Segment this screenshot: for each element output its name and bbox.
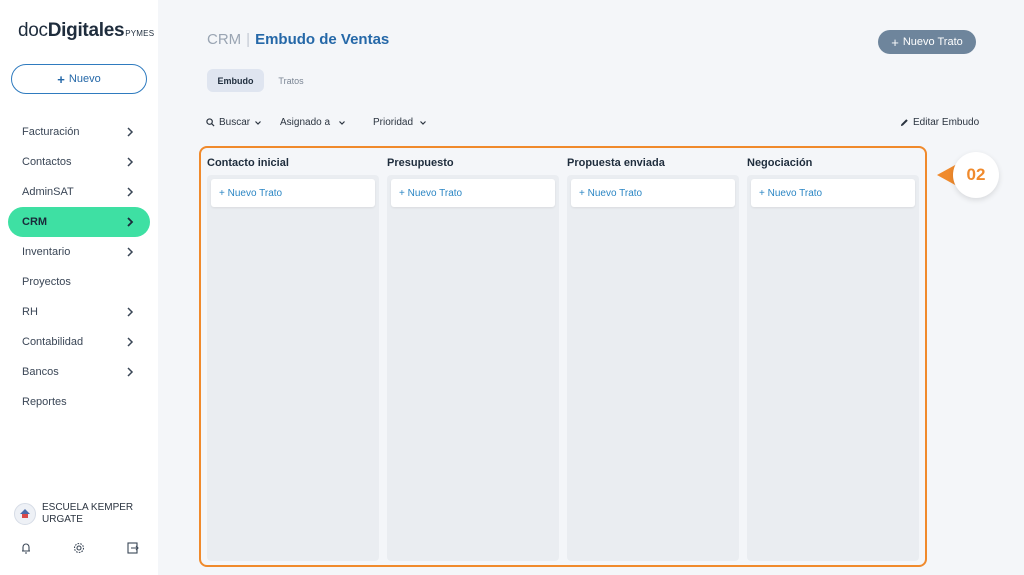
new-deal-button[interactable]: + Nuevo Trato [878, 30, 976, 54]
sidebar-nav: Facturación Contactos AdminSAT CRM Inven… [0, 117, 158, 417]
plus-icon: + [891, 34, 899, 50]
bell-icon[interactable] [19, 541, 33, 555]
logo-doc: doc [18, 20, 48, 41]
kanban-column-negociacion: Negociación + Nuevo Trato [741, 148, 919, 565]
chevron-right-icon [127, 157, 134, 167]
new-deal-card-button[interactable]: + Nuevo Trato [571, 179, 735, 207]
logout-icon[interactable] [126, 541, 140, 555]
sidebar-item-inventario[interactable]: Inventario [0, 237, 158, 267]
chevron-down-icon [255, 120, 262, 125]
new-button[interactable]: + Nuevo [11, 64, 147, 94]
chevron-right-icon [127, 337, 134, 347]
app-logo[interactable]: docDigitalesPYMES [18, 20, 154, 42]
sidebar-item-label: RH [22, 306, 38, 318]
sidebar-item-adminsat[interactable]: AdminSAT [0, 177, 158, 207]
sidebar-item-label: Inventario [22, 246, 71, 258]
logo-digitales: Digitales [47, 20, 125, 41]
sidebar-item-label: AdminSAT [22, 186, 74, 198]
sidebar-item-label: Reportes [22, 396, 67, 408]
plus-icon: + [57, 71, 65, 87]
step-number: 02 [953, 152, 999, 198]
column-body: + Nuevo Trato [387, 175, 559, 561]
sidebar-item-label: CRM [22, 216, 48, 228]
kanban-column-presupuesto: Presupuesto + Nuevo Trato [381, 148, 559, 565]
column-title: Contacto inicial [207, 157, 289, 169]
sidebar-footer [0, 541, 158, 559]
column-body: + Nuevo Trato [747, 175, 919, 561]
sidebar: docDigitalesPYMES + Nuevo Facturación Co… [0, 0, 158, 575]
breadcrumb-separator: | [246, 31, 251, 48]
column-title: Negociación [747, 157, 813, 169]
page-title: Embudo de Ventas [255, 31, 390, 48]
column-body: + Nuevo Trato [567, 175, 739, 561]
chevron-right-icon [127, 367, 134, 377]
priority-filter-label: Prioridad [373, 117, 414, 128]
sidebar-item-reportes[interactable]: Reportes [0, 387, 158, 417]
kanban-column-contacto-inicial: Contacto inicial + Nuevo Trato [201, 148, 379, 565]
priority-filter[interactable]: Prioridad [373, 117, 427, 128]
chevron-down-icon [339, 120, 345, 125]
avatar [14, 503, 36, 525]
gear-icon[interactable] [72, 541, 86, 555]
logo-pymes: PYMES [125, 29, 155, 38]
sidebar-item-proyectos[interactable]: Proyectos [0, 267, 158, 297]
sidebar-item-label: Proyectos [22, 276, 71, 288]
new-button-label: Nuevo [68, 73, 101, 85]
tab-embudo[interactable]: Embudo [207, 69, 264, 92]
search-icon [206, 118, 215, 127]
edit-funnel-label: Editar Embudo [913, 117, 980, 128]
school-logo-icon [20, 509, 30, 518]
sidebar-item-label: Facturación [22, 126, 80, 138]
breadcrumb-module[interactable]: CRM [207, 31, 241, 48]
chevron-down-icon [420, 120, 426, 125]
tab-tratos[interactable]: Tratos [272, 69, 310, 92]
organization-name-line2: URGATE [42, 514, 83, 525]
new-deal-button-label: Nuevo Trato [902, 36, 963, 48]
assigned-filter-label: Asignado a [280, 117, 331, 128]
kanban-column-propuesta-enviada: Propuesta enviada + Nuevo Trato [561, 148, 739, 565]
organization-name-line1: ESCUELA KEMPER [42, 502, 134, 513]
column-title: Propuesta enviada [567, 157, 665, 169]
edit-funnel-button[interactable]: Editar Embudo [900, 117, 979, 128]
sidebar-item-crm[interactable]: CRM [8, 207, 150, 237]
organization-switcher[interactable]: ESCUELA KEMPER URGATE [14, 500, 154, 528]
chevron-right-icon [127, 187, 134, 197]
pencil-icon [900, 119, 908, 127]
search-filter-label: Buscar [219, 117, 251, 128]
new-deal-card-button[interactable]: + Nuevo Trato [211, 179, 375, 207]
sidebar-item-rh[interactable]: RH [0, 297, 158, 327]
assigned-filter[interactable]: Asignado a [280, 117, 346, 128]
sidebar-item-facturacion[interactable]: Facturación [0, 117, 158, 147]
search-filter[interactable]: Buscar [206, 117, 262, 128]
chevron-right-icon [127, 307, 134, 317]
sidebar-item-label: Contabilidad [22, 336, 84, 348]
column-title: Presupuesto [387, 157, 454, 169]
new-deal-card-button[interactable]: + Nuevo Trato [391, 179, 555, 207]
kanban-board: Contacto inicial + Nuevo Trato Presupues… [199, 146, 927, 567]
sidebar-item-label: Bancos [22, 366, 59, 378]
organization-name: ESCUELA KEMPER URGATE [42, 502, 133, 526]
new-deal-card-button[interactable]: + Nuevo Trato [751, 179, 915, 207]
chevron-right-icon [127, 247, 134, 257]
sidebar-item-contabilidad[interactable]: Contabilidad [0, 327, 158, 357]
step-callout: 02 [937, 152, 1005, 198]
breadcrumb: CRM | Embudo de Ventas [207, 31, 389, 48]
sidebar-item-label: Contactos [22, 156, 72, 168]
chevron-right-icon [127, 217, 134, 227]
sidebar-item-contactos[interactable]: Contactos [0, 147, 158, 177]
column-body: + Nuevo Trato [207, 175, 379, 561]
sidebar-item-bancos[interactable]: Bancos [0, 357, 158, 387]
chevron-right-icon [127, 127, 134, 137]
